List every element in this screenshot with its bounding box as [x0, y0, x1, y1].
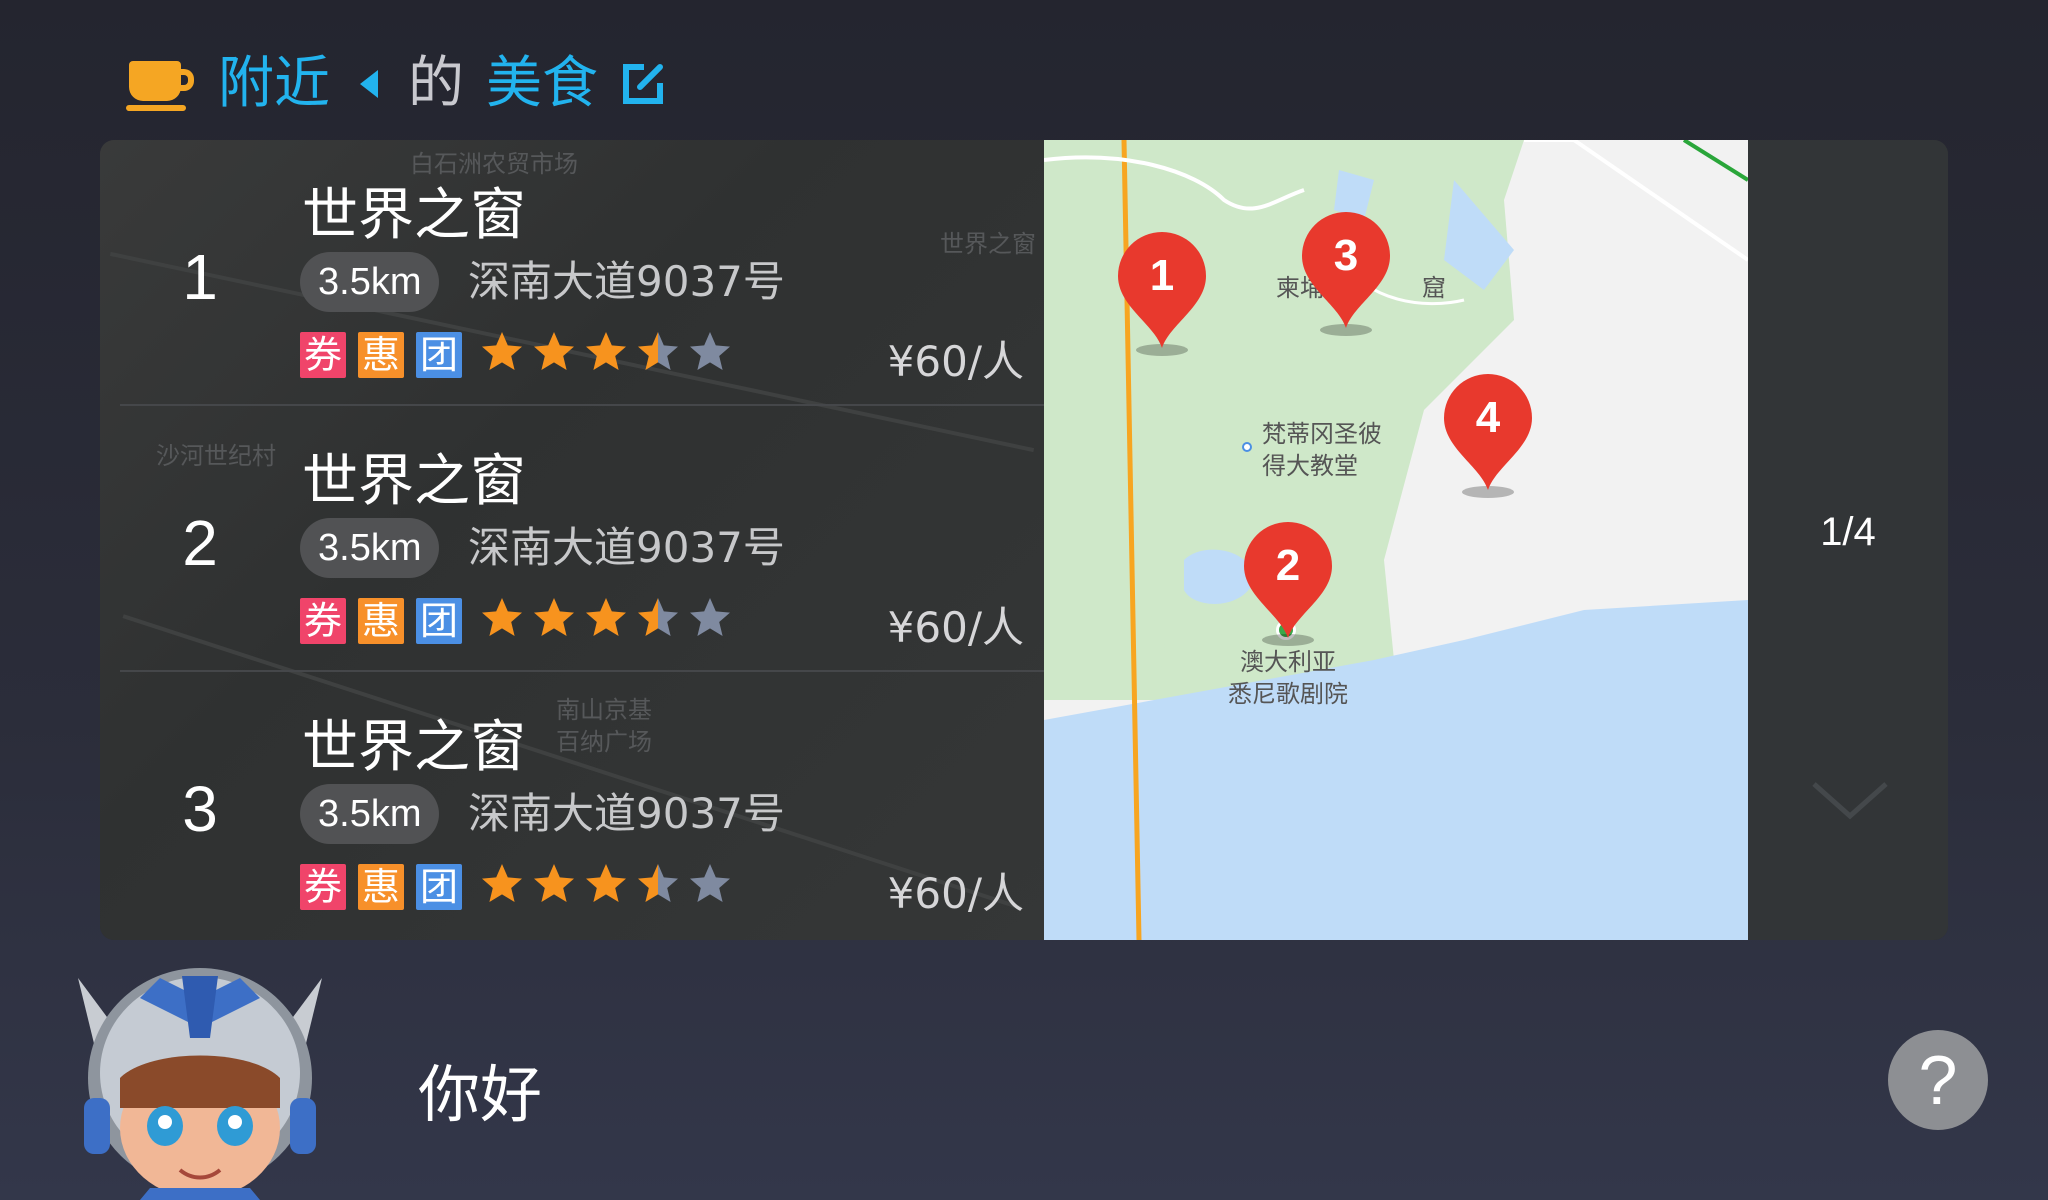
item-number: 2 [182, 507, 218, 579]
triangle-left-icon[interactable] [360, 70, 378, 98]
location-selector[interactable]: 附近 [218, 44, 330, 124]
map-pin-3[interactable]: 3 [1298, 208, 1394, 338]
star-icon [586, 598, 626, 636]
star-icon [482, 332, 522, 370]
discount-badge: 惠 [358, 598, 404, 644]
group-buy-badge: 团 [416, 598, 462, 644]
map-pin-2[interactable]: 2 [1240, 518, 1336, 648]
help-button[interactable]: ? [1888, 1030, 1988, 1130]
edit-icon[interactable] [620, 61, 666, 107]
map-pin-label: 1 [1150, 251, 1174, 300]
group-buy-badge: 团 [416, 332, 462, 378]
star-icon [690, 332, 730, 370]
distance-badge: 3.5km [300, 784, 440, 844]
distance-badge: 3.5km [300, 252, 440, 312]
star-icon [482, 864, 522, 902]
map-label: 得大教堂 [1262, 452, 1358, 480]
list-item[interactable]: 3 世界之窗 3.5km 深南大道9037号券惠团 ¥60/人 [100, 672, 1044, 938]
discount-badge: 惠 [358, 332, 404, 378]
map-pin-4[interactable]: 4 [1440, 370, 1536, 500]
star-icon [638, 332, 678, 370]
item-price: ¥60/人 [887, 869, 1024, 918]
star-icon [690, 598, 730, 636]
group-buy-badge: 团 [416, 864, 462, 910]
item-price: ¥60/人 [887, 603, 1024, 652]
item-title: 世界之窗 [302, 449, 526, 514]
category-selector[interactable]: 美食 [486, 44, 598, 124]
header-connector: 的 [408, 51, 464, 116]
coffee-cup-icon [126, 53, 196, 115]
item-address: 深南大道9037号 [468, 789, 785, 838]
item-price: ¥60/人 [887, 337, 1024, 386]
star-icon [534, 332, 574, 370]
item-address: 深南大道9037号 [468, 523, 785, 572]
result-list: 1 世界之窗 3.5km 深南大道9037号券惠团 ¥60/人 2 世界之窗 3.5km 深南大… [100, 140, 1044, 940]
rating-stars [480, 596, 732, 646]
coupon-badge: 券 [300, 864, 346, 910]
item-address: 深南大道9037号 [468, 257, 785, 306]
map-pin-label: 2 [1276, 541, 1300, 590]
coupon-badge: 券 [300, 598, 346, 644]
star-icon [482, 598, 522, 636]
list-item[interactable]: 2 世界之窗 3.5km 深南大道9037号券惠团 ¥60/人 [100, 406, 1044, 672]
list-item[interactable]: 1 世界之窗 3.5km 深南大道9037号券惠团 ¥60/人 [100, 140, 1044, 406]
map-pin-label: 3 [1334, 231, 1358, 280]
item-number: 1 [182, 241, 218, 313]
star-icon [534, 864, 574, 902]
star-icon [586, 332, 626, 370]
item-title: 世界之窗 [302, 715, 526, 780]
star-icon [690, 864, 730, 902]
map-pin-1[interactable]: 1 [1114, 228, 1210, 358]
item-number: 3 [182, 773, 218, 845]
map-label: 悉尼歌剧院 [1228, 680, 1348, 708]
discount-badge: 惠 [358, 864, 404, 910]
distance-badge: 3.5km [300, 518, 440, 578]
map-poi-dot [1242, 442, 1252, 452]
page-indicator: 1/4 [1820, 510, 1876, 554]
coupon-badge: 券 [300, 332, 346, 378]
chevron-down-icon[interactable] [1810, 780, 1890, 820]
item-title: 世界之窗 [302, 183, 526, 248]
results-card: 白石洲农贸市场 世界之窗 沙河世纪村 南山京基 百纳广场 1 世界之窗 3.5km 深… [100, 140, 1948, 940]
map-label: 窟 [1422, 274, 1446, 302]
header: 附近 的 美食 [126, 44, 666, 124]
map-label: 梵蒂冈圣彼 [1262, 420, 1382, 448]
star-icon [534, 598, 574, 636]
results-map[interactable]: 柬埔寨 窟 梵蒂冈圣彼 得大教堂 澳大利亚 悉尼歌剧院 1234 [1044, 140, 1748, 940]
map-pin-label: 4 [1476, 393, 1501, 442]
star-icon [586, 864, 626, 902]
rating-stars [480, 862, 732, 912]
pagination-panel: 1/4 [1748, 140, 1948, 940]
map-label: 澳大利亚 [1240, 648, 1336, 676]
rating-stars [480, 330, 732, 380]
star-icon [638, 598, 678, 636]
star-icon [638, 864, 678, 902]
robot-avatar[interactable] [70, 958, 330, 1200]
assistant-greeting: 你好 [418, 1058, 543, 1131]
